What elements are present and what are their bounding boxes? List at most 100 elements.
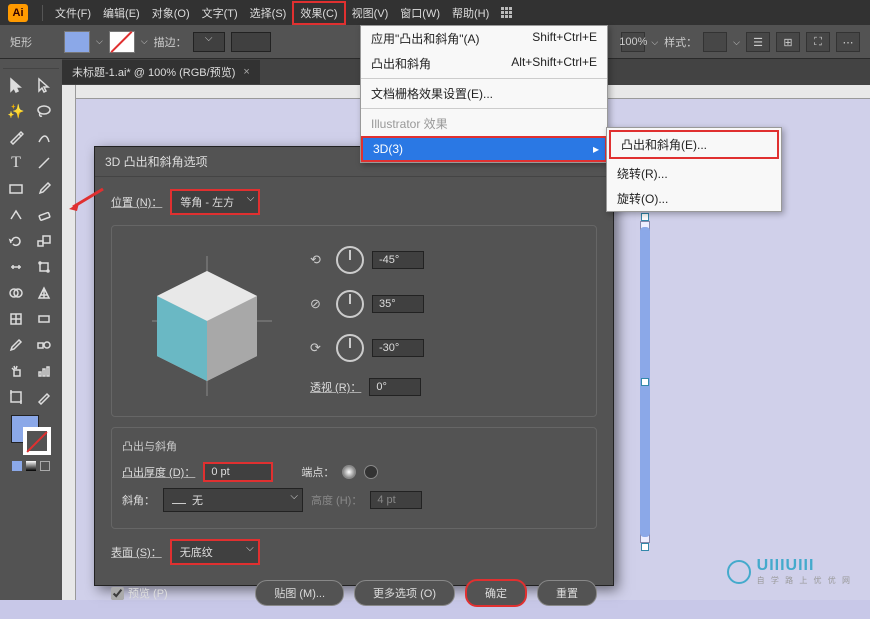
stroke-style[interactable] [231, 32, 271, 52]
menu-section-illustrator: Illustrator 效果 [361, 111, 607, 136]
more-options-button[interactable]: 更多选项 (O) [354, 580, 455, 606]
surface-label: 表面 (S)： [111, 544, 162, 560]
menu-3d[interactable]: 3D(3) [361, 136, 607, 162]
menu-effect[interactable]: 效果(C) [292, 1, 345, 25]
type-tool[interactable]: T [3, 151, 29, 175]
artboard-tool[interactable] [3, 385, 29, 409]
stroke-swatch[interactable] [109, 31, 135, 53]
perspective-tool[interactable] [31, 281, 57, 305]
scale-tool[interactable] [31, 229, 57, 253]
options-right: 100% ⌵ 样式： ⌵ ☰ ⊞ ⛶ ⋯ [621, 25, 870, 59]
depth-input[interactable]: 0 pt [203, 462, 273, 482]
curvature-tool[interactable] [31, 125, 57, 149]
submenu-rotate[interactable]: 旋转(O)... [607, 186, 781, 211]
cap-label: 端点： [301, 464, 334, 480]
3d-submenu: 凸出和斜角(E)... 绕转(R)... 旋转(O)... [606, 127, 782, 212]
align-icon[interactable]: ⊞ [776, 32, 800, 52]
mesh-tool[interactable] [3, 307, 29, 331]
none-mode-icon[interactable] [40, 461, 50, 471]
menu-view[interactable]: 视图(V) [346, 3, 395, 23]
lasso-tool[interactable] [31, 99, 57, 123]
shape-builder-tool[interactable] [3, 281, 29, 305]
shaper-tool[interactable] [3, 203, 29, 227]
fill-stroke-swatch[interactable] [11, 415, 51, 455]
close-icon[interactable]: × [243, 66, 249, 78]
reset-button[interactable]: 重置 [537, 580, 597, 606]
axis-y-icon: ⊘ [310, 296, 328, 312]
menu-object[interactable]: 对象(O) [146, 3, 196, 23]
perspective-input[interactable]: 0° [369, 378, 421, 396]
magic-wand-tool[interactable]: ✨ [3, 99, 29, 123]
menubar: Ai 文件(F) 编辑(E) 对象(O) 文字(T) 选择(S) 效果(C) 视… [0, 0, 870, 25]
effect-menu-dropdown: 应用"凸出和斜角"(A)Shift+Ctrl+E 凸出和斜角Alt+Shift+… [360, 25, 608, 163]
pen-tool[interactable] [3, 125, 29, 149]
menu-doc-raster-settings[interactable]: 文档栅格效果设置(E)... [361, 81, 607, 106]
selected-object[interactable] [636, 217, 654, 547]
direct-selection-tool[interactable] [31, 73, 57, 97]
depth-label: 凸出厚度 (D)： [122, 464, 195, 480]
slice-tool[interactable] [31, 385, 57, 409]
y-angle[interactable]: 35° [372, 295, 424, 313]
x-angle[interactable]: -45° [372, 251, 424, 269]
menu-overflow-icon[interactable]: ⋯ [836, 32, 860, 52]
axis-x-icon: ⟲ [310, 252, 328, 268]
rectangle-tool[interactable] [3, 177, 29, 201]
style-swatch[interactable] [703, 32, 727, 52]
rotation-cube[interactable] [122, 236, 292, 406]
eraser-tool[interactable] [31, 203, 57, 227]
menu-file[interactable]: 文件(F) [49, 3, 97, 23]
gradient-tool[interactable] [31, 307, 57, 331]
map-art-button[interactable]: 贴图 (M)... [255, 580, 344, 606]
bevel-select[interactable]: 无 [163, 488, 303, 512]
zoom-box[interactable]: 100% [621, 32, 645, 52]
menu-window[interactable]: 窗口(W) [394, 3, 446, 23]
position-select[interactable]: 等角 - 左方 [170, 189, 260, 215]
ok-button[interactable]: 确定 [465, 579, 527, 607]
transform-icon[interactable]: ⛶ [806, 32, 830, 52]
submenu-revolve[interactable]: 绕转(R)... [607, 161, 781, 186]
graph-tool[interactable] [31, 359, 57, 383]
cap-on-icon[interactable] [342, 465, 356, 479]
menu-edit[interactable]: 编辑(E) [97, 3, 146, 23]
symbol-sprayer-tool[interactable] [3, 359, 29, 383]
surface-select[interactable]: 无底纹 [170, 539, 260, 565]
fill-swatch[interactable] [64, 31, 90, 53]
y-dial[interactable] [336, 290, 364, 318]
position-label: 位置 (N)： [111, 194, 162, 210]
app-logo: Ai [8, 4, 28, 22]
height-input: 4 pt [370, 491, 422, 509]
menu-type[interactable]: 文字(T) [196, 3, 244, 23]
selection-tool[interactable] [3, 73, 29, 97]
width-tool[interactable] [3, 255, 29, 279]
stroke-label: 描边： [154, 34, 187, 50]
color-mode-icon[interactable] [12, 461, 22, 471]
menu-help[interactable]: 帮助(H) [446, 3, 495, 23]
z-angle[interactable]: -30° [372, 339, 424, 357]
preview-checkbox[interactable]: 预览 (P) [111, 585, 168, 601]
x-dial[interactable] [336, 246, 364, 274]
z-dial[interactable] [336, 334, 364, 362]
bevel-label: 斜角： [122, 492, 155, 508]
submenu-extrude-bevel[interactable]: 凸出和斜角(E)... [609, 130, 779, 159]
blend-tool[interactable] [31, 333, 57, 357]
extrude-section-title: 凸出与斜角 [122, 438, 586, 454]
shape-label: 矩形 [10, 34, 32, 50]
cap-off-icon[interactable] [364, 465, 378, 479]
stroke-weight[interactable]: ⌵ [193, 32, 225, 52]
menu-extrude-bevel[interactable]: 凸出和斜角Alt+Shift+Ctrl+E [361, 51, 607, 76]
document-tab[interactable]: 未标题-1.ai* @ 100% (RGB/预览) × [62, 60, 260, 84]
menu-select[interactable]: 选择(S) [244, 3, 293, 23]
axis-z-icon: ⟳ [310, 340, 328, 356]
gradient-mode-icon[interactable] [26, 461, 36, 471]
doc-setup-icon[interactable]: ☰ [746, 32, 770, 52]
tool-panel: ✨ T [0, 59, 62, 600]
menu-apply-extrude[interactable]: 应用"凸出和斜角"(A)Shift+Ctrl+E [361, 26, 607, 51]
line-tool[interactable] [31, 151, 57, 175]
eyedropper-tool[interactable] [3, 333, 29, 357]
paintbrush-tool[interactable] [31, 177, 57, 201]
free-transform-tool[interactable] [31, 255, 57, 279]
rotate-tool[interactable] [3, 229, 29, 253]
workspace-icon[interactable] [501, 7, 512, 18]
bulb-icon [727, 560, 751, 584]
ruler-vertical [62, 85, 76, 600]
